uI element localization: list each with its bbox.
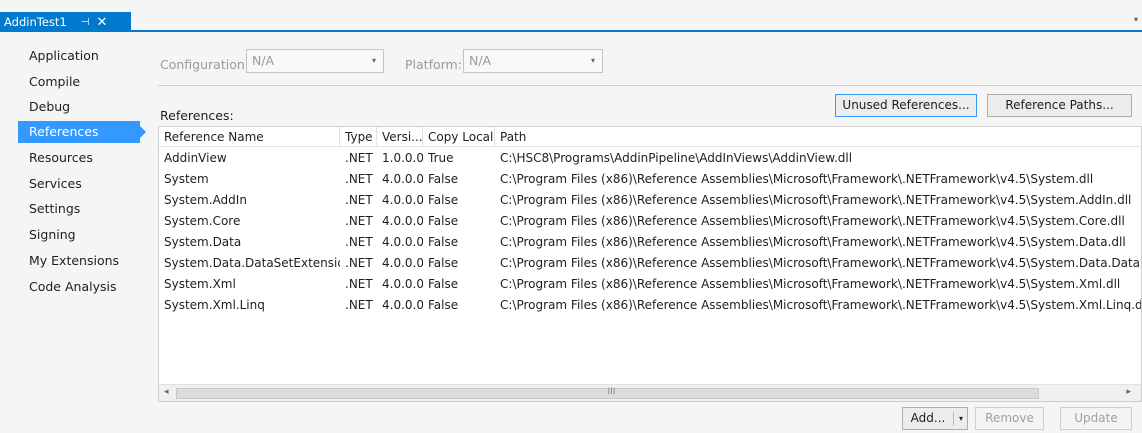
table-cell: 4.0.0.0 bbox=[382, 298, 423, 312]
table-cell: .NET bbox=[345, 172, 373, 186]
table-cell: 4.0.0.0 bbox=[382, 214, 423, 228]
property-page-nav: Application Compile Debug References Resourc… bbox=[0, 33, 146, 433]
document-tab-addintest1[interactable]: AddinTest1 ⊣ ✕ bbox=[0, 12, 131, 32]
table-row[interactable]: System.Xml .NET 4.0.0.0 False C:\Program Fil… bbox=[159, 274, 1141, 295]
table-cell: False bbox=[428, 172, 459, 186]
table-cell: False bbox=[428, 214, 459, 228]
references-grid: Reference Name Type Versi... Copy Local Path… bbox=[158, 126, 1142, 402]
pin-icon[interactable]: ⊣ bbox=[81, 17, 90, 28]
table-cell: System.Xml bbox=[164, 277, 236, 291]
table-cell: C:\Program Files (x86)\Reference Assembl… bbox=[500, 193, 1132, 207]
nav-item-application[interactable]: Application bbox=[18, 45, 140, 67]
column-header[interactable]: Path bbox=[495, 127, 1141, 147]
configuration-value: N/A bbox=[252, 53, 275, 68]
nav-item-code-analysis[interactable]: Code Analysis bbox=[18, 276, 140, 298]
references-label: References: bbox=[160, 108, 234, 123]
table-cell: System bbox=[164, 172, 209, 186]
table-cell: C:\Program Files (x86)\Reference Assembl… bbox=[500, 235, 1126, 249]
column-header[interactable]: Type bbox=[340, 127, 377, 147]
add-button[interactable]: Add... ▾ bbox=[902, 407, 968, 430]
table-cell: C:\Program Files (x86)\Reference Assembl… bbox=[500, 298, 1142, 312]
nav-item-debug[interactable]: Debug bbox=[18, 96, 140, 118]
table-cell: 4.0.0.0 bbox=[382, 256, 423, 270]
table-cell: 4.0.0.0 bbox=[382, 235, 423, 249]
table-cell: C:\Program Files (x86)\Reference Assembl… bbox=[500, 256, 1142, 270]
grid-header: Reference Name Type Versi... Copy Local Path bbox=[159, 127, 1141, 147]
table-row[interactable]: System.Xml.Linq .NET 4.0.0.0 False C:\Progra… bbox=[159, 295, 1141, 316]
table-cell: False bbox=[428, 298, 459, 312]
table-cell: 4.0.0.0 bbox=[382, 172, 423, 186]
remove-button[interactable]: Remove bbox=[975, 407, 1044, 430]
scrollbar-grip-icon: III bbox=[607, 387, 616, 397]
update-button[interactable]: Update bbox=[1060, 407, 1132, 430]
horizontal-scrollbar[interactable]: ◂ III ▸ bbox=[159, 384, 1141, 401]
table-cell: System.Data bbox=[164, 235, 242, 249]
table-cell: System.Core bbox=[164, 214, 241, 228]
table-cell: .NET bbox=[345, 235, 373, 249]
table-row[interactable]: System.Data .NET 4.0.0.0 False C:\Program Fi… bbox=[159, 232, 1141, 253]
chevron-down-icon: ▾ bbox=[590, 56, 595, 65]
table-cell: .NET bbox=[345, 298, 373, 312]
nav-item-resources[interactable]: Resources bbox=[18, 147, 140, 169]
split-divider bbox=[953, 412, 954, 426]
table-cell: System.Xml.Linq bbox=[164, 298, 265, 312]
platform-combo[interactable]: N/A ▾ bbox=[463, 49, 603, 73]
table-row[interactable]: System.AddIn .NET 4.0.0.0 False C:\Program F… bbox=[159, 190, 1141, 211]
reference-paths-button[interactable]: Reference Paths... bbox=[987, 94, 1132, 117]
table-cell: .NET bbox=[345, 256, 373, 270]
document-tab-strip: AddinTest1 ⊣ ✕ ▾ bbox=[0, 0, 1142, 33]
chevron-down-icon[interactable]: ▾ bbox=[959, 408, 963, 429]
add-button-label: Add... bbox=[910, 411, 946, 425]
table-cell: AddinView bbox=[164, 151, 227, 165]
column-header[interactable]: Versi... bbox=[377, 127, 423, 147]
nav-item-services[interactable]: Services bbox=[18, 173, 140, 195]
tab-title: AddinTest1 bbox=[4, 15, 67, 29]
table-cell: False bbox=[428, 193, 459, 207]
scroll-right-icon[interactable]: ▸ bbox=[1126, 387, 1131, 397]
scroll-left-icon[interactable]: ◂ bbox=[164, 387, 169, 397]
configuration-label: Configuration: bbox=[160, 57, 249, 72]
table-cell: C:\Program Files (x86)\Reference Assembl… bbox=[500, 214, 1125, 228]
table-cell: 4.0.0.0 bbox=[382, 193, 423, 207]
references-page: Configuration: N/A ▾ Platform: N/A ▾ Ref… bbox=[146, 33, 1142, 433]
table-cell: 1.0.0.0 bbox=[382, 151, 423, 165]
nav-item-my-extensions[interactable]: My Extensions bbox=[18, 250, 140, 272]
platform-value: N/A bbox=[469, 53, 492, 68]
configuration-combo[interactable]: N/A ▾ bbox=[246, 49, 384, 73]
nav-item-references[interactable]: References bbox=[18, 121, 146, 143]
platform-label: Platform: bbox=[405, 57, 462, 72]
tab-overflow-dropdown-icon[interactable]: ▾ bbox=[1134, 15, 1138, 24]
divider bbox=[158, 85, 1142, 86]
table-cell: 4.0.0.0 bbox=[382, 277, 423, 291]
table-cell: .NET bbox=[345, 193, 373, 207]
table-row[interactable]: AddinView .NET 1.0.0.0 True C:\HSC8\Programs… bbox=[159, 148, 1141, 169]
table-cell: False bbox=[428, 277, 459, 291]
table-cell: .NET bbox=[345, 277, 373, 291]
scrollbar-thumb[interactable]: III bbox=[176, 387, 1039, 399]
table-cell: False bbox=[428, 256, 459, 270]
table-cell: .NET bbox=[345, 214, 373, 228]
tab-strip-accent-line bbox=[0, 30, 1142, 32]
column-header[interactable]: Copy Local bbox=[423, 127, 495, 147]
nav-item-compile[interactable]: Compile bbox=[18, 71, 140, 93]
table-cell: C:\Program Files (x86)\Reference Assembl… bbox=[500, 277, 1121, 291]
table-cell: C:\HSC8\Programs\AddinPipeline\AddInView… bbox=[500, 151, 853, 165]
column-header[interactable]: Reference Name bbox=[159, 127, 340, 147]
table-row[interactable]: System.Core .NET 4.0.0.0 False C:\Program Fi… bbox=[159, 211, 1141, 232]
chevron-down-icon: ▾ bbox=[371, 56, 376, 65]
table-cell: System.AddIn bbox=[164, 193, 247, 207]
table-cell: System.Data.DataSetExtensions bbox=[164, 256, 340, 270]
table-cell: .NET bbox=[345, 151, 373, 165]
unused-references-button[interactable]: Unused References... bbox=[835, 94, 977, 117]
table-cell: C:\Program Files (x86)\Reference Assembl… bbox=[500, 172, 1094, 186]
close-icon[interactable]: ✕ bbox=[96, 15, 107, 30]
table-row[interactable]: System .NET 4.0.0.0 False C:\Program Files (… bbox=[159, 169, 1141, 190]
table-row[interactable]: System.Data.DataSetExtensions .NET 4.0.0.0… bbox=[159, 253, 1141, 274]
table-cell: True bbox=[428, 151, 454, 165]
nav-item-signing[interactable]: Signing bbox=[18, 224, 140, 246]
nav-item-settings[interactable]: Settings bbox=[18, 198, 140, 220]
table-cell: False bbox=[428, 235, 459, 249]
